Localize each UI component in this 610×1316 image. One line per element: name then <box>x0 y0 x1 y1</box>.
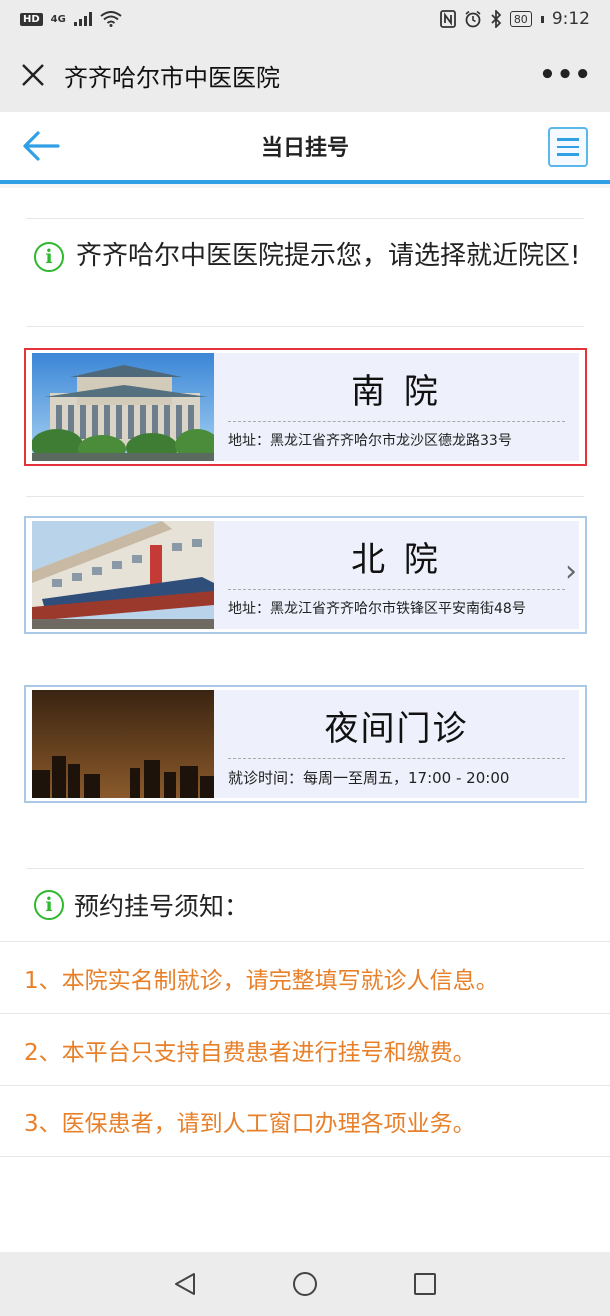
night-clinic-photo <box>32 690 214 798</box>
campus-card-north[interactable]: 北 院 地址：黑龙江省齐齐哈尔市铁锋区平安南街48号 › <box>24 516 587 634</box>
more-options-button[interactable]: ••• <box>539 60 592 90</box>
hd-badge: HD <box>20 12 43 26</box>
campus-name: 南 院 <box>228 364 565 422</box>
campus-card-night-clinic[interactable]: 夜间门诊 就诊时间：每周一至周五，17:00 - 20:00 <box>24 685 587 803</box>
main-content: i 齐齐哈尔中医医院提示您，请选择就近院区! 南 院 地址：黑龙江省齐齐哈尔市龙… <box>0 188 610 1252</box>
tip-box: i 齐齐哈尔中医医院提示您，请选择就近院区! <box>0 219 610 277</box>
divider <box>26 496 584 497</box>
battery-icon: 80 <box>509 11 532 27</box>
info-icon: i <box>34 242 64 272</box>
title-bar: 齐齐哈尔市中医医院 ••• <box>0 38 610 112</box>
bluetooth-icon <box>491 10 502 28</box>
south-campus-photo <box>32 353 214 461</box>
network-type: 4G <box>50 13 66 25</box>
campus-name: 北 院 <box>228 532 565 590</box>
circle-home-icon <box>293 1272 317 1296</box>
menu-line <box>557 138 579 141</box>
campus-hours: 就诊时间：每周一至周五，17:00 - 20:00 <box>228 768 510 787</box>
page-title: 当日挂号 <box>260 136 349 161</box>
notice-section: i 预约挂号须知： 1、本院实名制就诊，请完整填写就诊人信息。 2、本平台只支持… <box>0 868 610 1157</box>
menu-button[interactable] <box>548 127 588 167</box>
chevron-right-icon: › <box>565 554 577 589</box>
notice-header: i 预约挂号须知： <box>0 869 610 941</box>
signal-icon <box>73 12 92 26</box>
campus-info: 夜间门诊 就诊时间：每周一至周五，17:00 - 20:00 <box>214 690 579 798</box>
square-recents-icon <box>414 1273 436 1295</box>
notice-item: 3、医保患者，请到人工窗口办理各项业务。 <box>0 1085 610 1157</box>
clock: 9:12 <box>551 9 590 29</box>
campus-name: 夜间门诊 <box>228 701 565 759</box>
notice-title: 预约挂号须知： <box>74 892 250 921</box>
page-header: 当日挂号 <box>0 112 610 184</box>
campus-info: 北 院 地址：黑龙江省齐齐哈尔市铁锋区平安南街48号 <box>214 521 579 629</box>
back-arrow-icon[interactable] <box>22 130 60 162</box>
nav-recents-button[interactable] <box>410 1269 440 1299</box>
campus-card-south[interactable]: 南 院 地址：黑龙江省齐齐哈尔市龙沙区德龙路33号 <box>24 348 587 466</box>
status-bar: HD 4G 80 9:12 <box>0 0 610 38</box>
nfc-icon <box>439 10 456 28</box>
nav-back-button[interactable] <box>170 1269 200 1299</box>
status-left: HD 4G <box>20 11 122 27</box>
system-nav-bar <box>0 1252 610 1316</box>
close-icon[interactable] <box>18 62 48 88</box>
tip-text: 齐齐哈尔中医医院提示您，请选择就近院区! <box>76 241 581 271</box>
campus-address: 地址：黑龙江省齐齐哈尔市铁锋区平安南街48号 <box>228 601 526 617</box>
menu-line <box>557 153 579 156</box>
triangle-back-icon <box>175 1273 195 1295</box>
notice-item: 2、本平台只支持自费患者进行挂号和缴费。 <box>0 1013 610 1085</box>
battery-level: 80 <box>513 12 528 26</box>
menu-line <box>557 145 579 149</box>
app-title: 齐齐哈尔市中医医院 <box>64 63 280 92</box>
north-campus-photo <box>32 521 214 629</box>
status-right: 80 9:12 <box>439 9 590 29</box>
battery-tip <box>540 15 544 23</box>
nav-home-button[interactable] <box>290 1269 320 1299</box>
alarm-icon <box>465 10 481 28</box>
campus-info: 南 院 地址：黑龙江省齐齐哈尔市龙沙区德龙路33号 <box>214 353 579 461</box>
wifi-icon <box>100 11 122 27</box>
divider <box>26 326 584 327</box>
info-icon: i <box>34 890 64 920</box>
campus-address: 地址：黑龙江省齐齐哈尔市龙沙区德龙路33号 <box>228 433 512 449</box>
notice-item: 1、本院实名制就诊，请完整填写就诊人信息。 <box>0 941 610 1013</box>
